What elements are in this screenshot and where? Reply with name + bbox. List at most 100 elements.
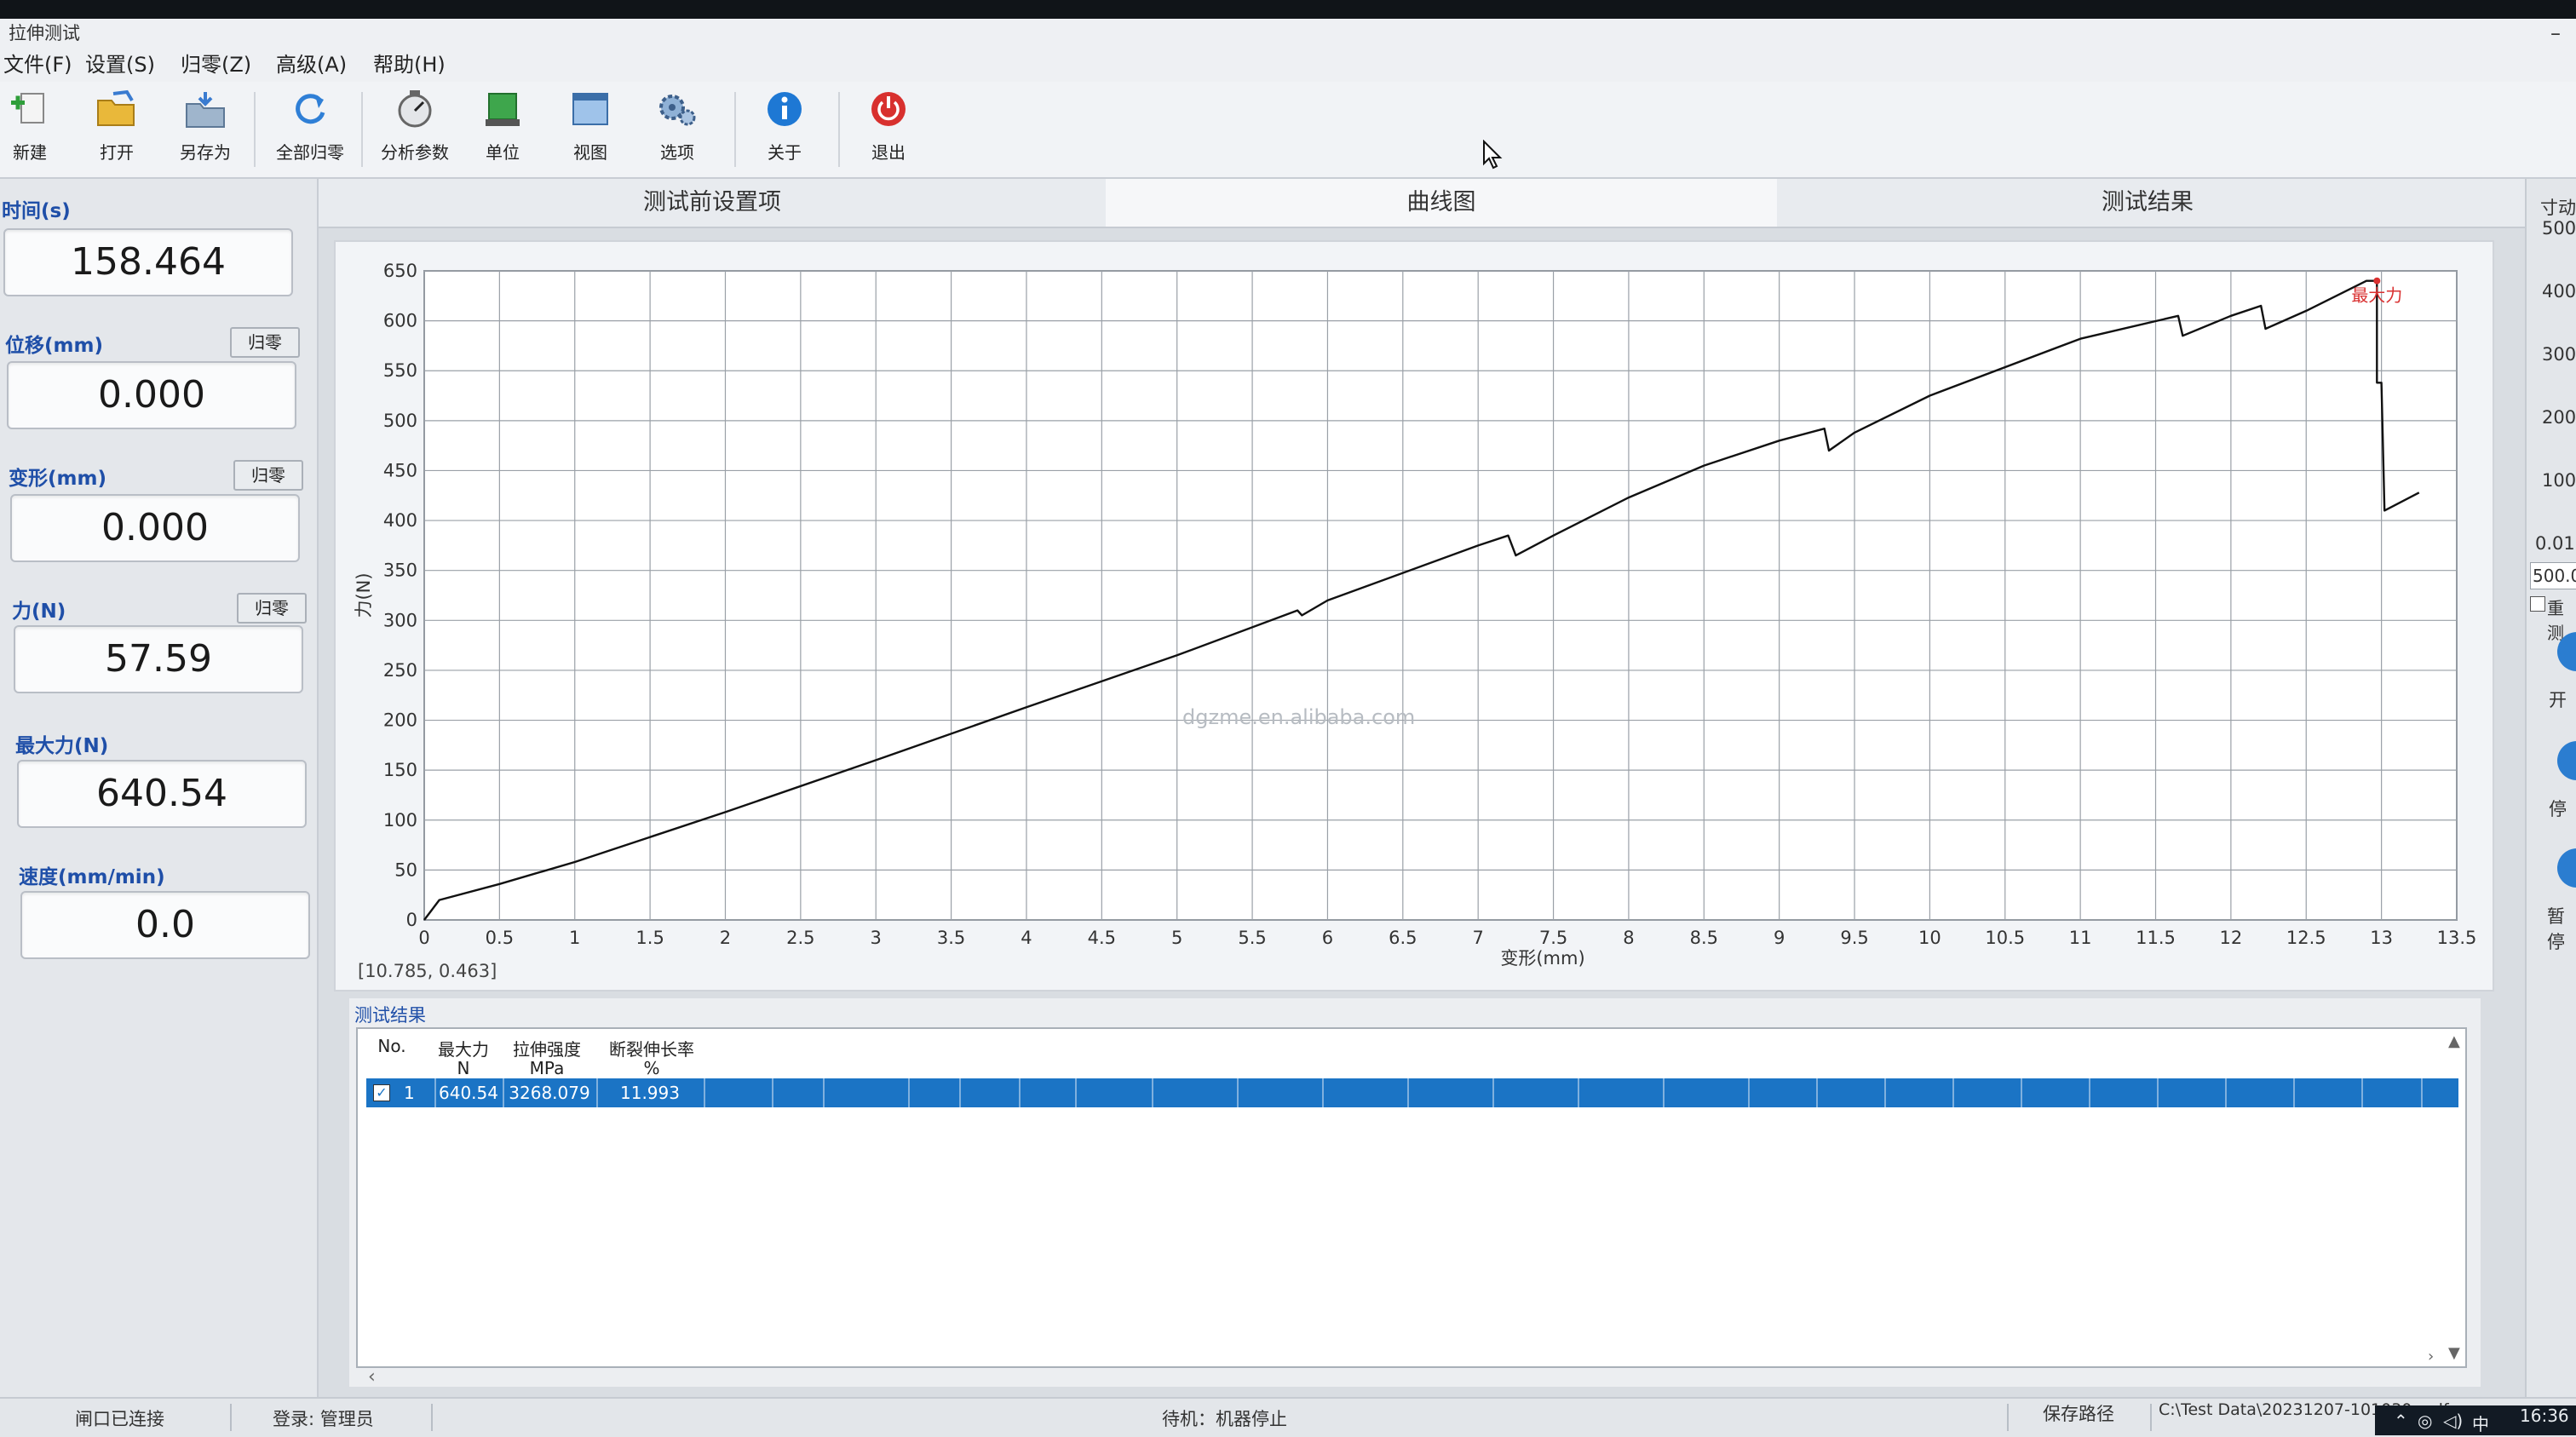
y-tick-label: 400 (383, 510, 417, 531)
save-as-label: 另存为 (180, 142, 231, 163)
deformation-label: 变形(mm) (9, 468, 106, 490)
header-elongation: 断裂伸长率 (609, 1039, 694, 1060)
analysis-params-button[interactable]: 分析参数 (375, 89, 455, 170)
displacement-zero-button[interactable]: 归零 (230, 327, 300, 358)
y-tick-label: 150 (383, 760, 417, 780)
y-tick-label: 100 (383, 810, 417, 831)
jog-value-300[interactable]: 300 (2542, 344, 2576, 365)
jog-panel: 寸动 500 400 300 200 100 0.01 500.0 重测 开 停… (2525, 179, 2576, 1397)
tab-curve-chart[interactable]: 曲线图 (1106, 179, 1777, 227)
exit-label: 退出 (871, 142, 906, 163)
y-axis-title: 力(N) (354, 572, 374, 618)
scroll-down-arrow[interactable]: ▼ (2448, 1344, 2460, 1362)
jog-value-100[interactable]: 100 (2542, 470, 2576, 491)
view-button[interactable]: 视图 (550, 89, 630, 170)
force-zero-button[interactable]: 归零 (237, 593, 307, 624)
table-cell (1075, 1078, 1153, 1107)
watermark-text: dgzme.en.alibaba.com (1182, 705, 1416, 729)
save-as-button[interactable]: 另存为 (165, 89, 245, 170)
zero-all-label: 全部归零 (276, 142, 344, 163)
volume-icon[interactable]: ◁) (2443, 1411, 2463, 1431)
results-title: 测试结果 (354, 1005, 426, 1026)
save-as-icon (186, 92, 225, 128)
x-tick-label: 1 (569, 928, 580, 948)
retest-checkbox[interactable] (2530, 596, 2545, 612)
port-status: 闸口已连接 (75, 1409, 164, 1429)
tab-test-results[interactable]: 测试结果 (1777, 179, 2518, 227)
x-tick-label: 4 (1021, 928, 1032, 948)
network-icon[interactable]: ◎ (2418, 1411, 2432, 1431)
jog-value-min[interactable]: 0.01 (2535, 533, 2575, 554)
row-checkbox[interactable]: ✓ (373, 1084, 390, 1101)
table-cell (1578, 1078, 1665, 1107)
table-cell (1152, 1078, 1239, 1107)
table-cell (1748, 1078, 1818, 1107)
table-cell (1407, 1078, 1494, 1107)
zero-all-button[interactable]: 全部归零 (270, 89, 350, 170)
x-tick-label: 4.5 (1088, 928, 1116, 948)
stop-button[interactable] (2557, 741, 2576, 780)
table-cell (2293, 1078, 2363, 1107)
row-tensile-strength: 3268.079 (503, 1078, 598, 1107)
unit-icon (486, 93, 520, 126)
x-tick-label: 5 (1171, 928, 1182, 948)
scroll-right-arrow[interactable]: › (2428, 1348, 2434, 1365)
menu-settings[interactable]: 设置(S) (85, 48, 155, 82)
jog-value-200[interactable]: 200 (2542, 407, 2576, 428)
x-tick-label: 2 (720, 928, 731, 948)
header-elongation-unit: % (643, 1058, 660, 1078)
status-bar: 闸口已连接 登录: 管理员 待机：机器停止 保存路径 C:\Test Data\… (0, 1397, 2576, 1437)
screen-bezel (0, 0, 2576, 19)
new-button[interactable]: 新建 (0, 89, 70, 170)
minimize-button[interactable]: – (2550, 19, 2561, 48)
gears-icon (659, 95, 696, 126)
menu-advanced[interactable]: 高级(A) (276, 48, 347, 82)
time-display: 158.464 (3, 228, 293, 296)
new-label: 新建 (13, 142, 47, 163)
table-row[interactable]: ✓ 1 640.54 3268.079 11.993 (366, 1078, 2458, 1107)
stop-label: 停 (2549, 799, 2567, 819)
menu-file[interactable]: 文件(F) (3, 48, 72, 82)
options-button[interactable]: 选项 (637, 89, 717, 170)
ime-indicator[interactable]: 中 (2472, 1411, 2489, 1435)
deformation-zero-button[interactable]: 归零 (233, 460, 303, 491)
x-tick-label: 12 (2220, 928, 2243, 948)
x-tick-label: 0.5 (486, 928, 514, 948)
jog-title: 寸动 (2540, 198, 2576, 218)
view-icon (572, 93, 608, 125)
deformation-display: 0.000 (10, 494, 300, 562)
about-label: 关于 (768, 142, 802, 163)
save-path-label: 保存路径 (2043, 1404, 2114, 1424)
open-button[interactable]: 打开 (77, 89, 157, 170)
scroll-left-arrow[interactable]: ‹ (368, 1366, 376, 1388)
scroll-up-arrow[interactable]: ▲ (2448, 1032, 2460, 1050)
unit-button[interactable]: 单位 (463, 89, 543, 170)
header-max-force-unit: N (457, 1058, 470, 1078)
menu-help[interactable]: 帮助(H) (373, 48, 446, 82)
os-taskbar: ⌃ ◎ ◁) 中 16:36 (2375, 1405, 2576, 1435)
tray-chevron-icon[interactable]: ⌃ (2394, 1411, 2408, 1431)
pause-button[interactable] (2557, 848, 2576, 888)
x-tick-label: 12.5 (2286, 928, 2326, 948)
jog-speed-input[interactable]: 500.0 (2530, 562, 2576, 589)
table-cell (823, 1078, 910, 1107)
status-separator (230, 1404, 232, 1431)
table-cell (1816, 1078, 1886, 1107)
menu-zero[interactable]: 归零(Z) (181, 48, 251, 82)
power-icon (871, 92, 906, 126)
max-force-display: 640.54 (17, 760, 307, 828)
table-cell (1237, 1078, 1324, 1107)
open-label: 打开 (100, 142, 134, 163)
jog-value-500[interactable]: 500 (2542, 218, 2576, 239)
exit-button[interactable]: 退出 (848, 89, 929, 170)
x-tick-label: 2.5 (786, 928, 814, 948)
table-cell (908, 1078, 961, 1107)
about-button[interactable]: 关于 (745, 89, 825, 170)
clock-time[interactable]: 16:36 (2520, 1405, 2569, 1426)
table-cell (772, 1078, 825, 1107)
jog-value-400[interactable]: 400 (2542, 281, 2576, 302)
status-separator (2150, 1404, 2152, 1431)
tab-pre-test-settings[interactable]: 测试前设置项 (319, 179, 1106, 227)
x-tick-label: 9.5 (1840, 928, 1868, 948)
x-tick-label: 11.5 (2136, 928, 2176, 948)
